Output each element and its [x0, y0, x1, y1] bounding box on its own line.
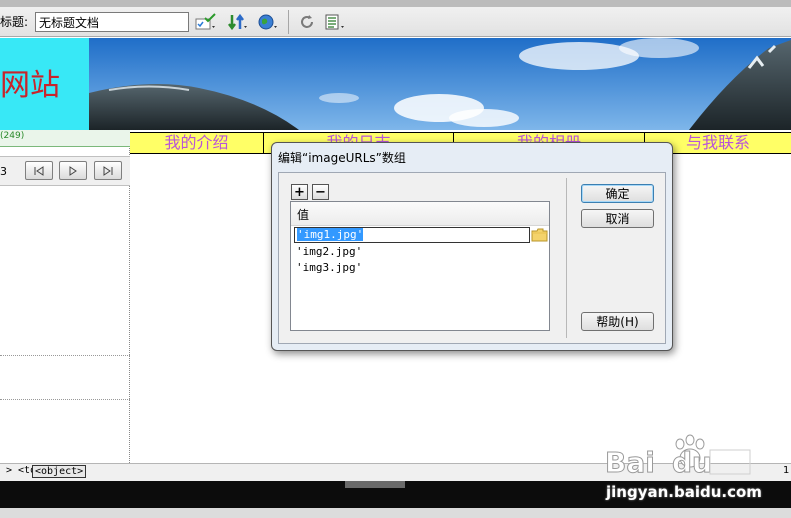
title-input[interactable]	[35, 12, 189, 32]
play-button[interactable]	[59, 161, 87, 180]
list-item-edit-field[interactable]: 'img1.jpg'	[294, 227, 530, 243]
svg-text:Bai: Bai	[605, 446, 655, 479]
status-number: 1	[783, 465, 790, 476]
remove-item-button[interactable]: −	[312, 184, 329, 200]
media-counter: 3	[0, 165, 7, 178]
refresh-icon[interactable]	[295, 11, 319, 33]
ok-button[interactable]: 确定	[581, 184, 654, 203]
toolbar-separator	[288, 10, 289, 34]
cancel-button[interactable]: 取消	[581, 209, 654, 228]
help-button[interactable]: 帮助(H)	[581, 312, 654, 331]
tag-object[interactable]: <object>	[32, 465, 87, 478]
column-header-value[interactable]: 值	[291, 202, 549, 226]
skip-forward-icon	[103, 165, 113, 176]
validate-icon[interactable]	[194, 11, 218, 33]
skip-back-icon	[34, 165, 44, 176]
list-item[interactable]: 'img3.jpg'	[296, 261, 362, 274]
nav-item-intro[interactable]: 我的介绍	[130, 133, 264, 153]
watermark-url: jingyan.baidu.com	[606, 483, 762, 501]
properties-strip	[0, 508, 791, 518]
folder-icon[interactable]	[531, 228, 548, 242]
ruler-value: (249)	[0, 131, 25, 141]
banner-photo	[89, 38, 791, 130]
dotted-divider	[0, 355, 130, 356]
view-options-icon[interactable]	[323, 11, 347, 33]
dialog-title: 编辑“imageURLs”数组	[278, 151, 406, 165]
skip-forward-button[interactable]	[94, 161, 122, 180]
banner-title: 网站	[0, 68, 60, 103]
dialog-separator	[566, 178, 567, 338]
play-icon	[69, 165, 77, 176]
top-strip	[0, 0, 791, 7]
add-item-button[interactable]: +	[291, 184, 308, 200]
file-transfer-icon[interactable]	[226, 11, 250, 33]
title-label: 标题:	[0, 15, 29, 29]
svg-text:du: du	[672, 446, 712, 479]
dotted-divider	[0, 399, 130, 400]
browser-preview-icon[interactable]	[256, 11, 280, 33]
panel-grip-handle[interactable]	[345, 481, 405, 488]
list-item[interactable]: 'img2.jpg'	[296, 245, 362, 258]
skip-back-button[interactable]	[25, 161, 53, 180]
selected-text: 'img1.jpg'	[297, 228, 364, 241]
